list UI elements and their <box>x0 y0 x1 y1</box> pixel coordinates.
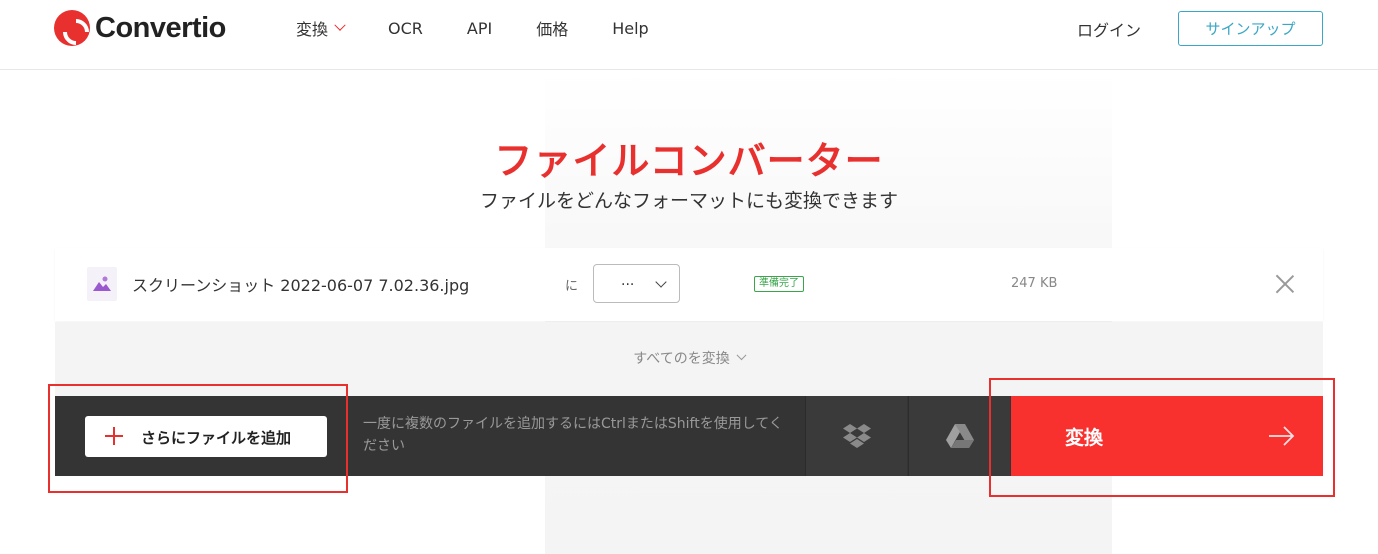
nav-item-label: API <box>466 18 493 38</box>
convert-all-label: すべてのを変換 <box>633 351 730 367</box>
image-file-icon <box>87 267 117 301</box>
to-label: に <box>565 279 579 294</box>
chevron-down-icon <box>736 350 747 361</box>
page-subtitle: ファイルをどんなフォーマットにも変換できます <box>479 190 898 212</box>
signup-button[interactable]: サインアップ <box>1178 11 1323 46</box>
convert-all-dropdown[interactable]: すべてのを変換 <box>55 348 1323 368</box>
nav-item-label: OCR <box>388 18 423 38</box>
chevron-down-icon <box>655 276 667 288</box>
highlight-box-convert <box>989 378 1335 497</box>
main-nav: 変換 OCR API 価格 Help <box>296 17 693 40</box>
logo[interactable]: Convertio <box>54 10 226 46</box>
highlight-box-add-more <box>48 384 348 493</box>
dropbox-button[interactable] <box>805 396 907 476</box>
site-header: Convertio 変換 OCR API 価格 Help ログイン サインアップ <box>0 0 1378 70</box>
nav-item-label: 変換 <box>296 20 329 39</box>
nav-item-pricing[interactable]: 価格 <box>536 17 568 39</box>
format-select-value: ... <box>621 273 635 289</box>
status-badge: 準備完了 <box>754 276 804 292</box>
remove-file-close-icon[interactable] <box>1275 274 1295 294</box>
logo-text: Convertio <box>95 11 226 44</box>
file-row: スクリーンショット 2022-06-07 7.02.36.jpg に ... 準… <box>55 248 1323 321</box>
nav-item-label: 価格 <box>536 20 569 39</box>
nav-item-label: Help <box>612 18 649 38</box>
multi-file-hint: 一度に複数のファイルを追加するにはCtrlまたはShiftを使用してください <box>363 416 783 454</box>
page-title: ファイルコンバーター <box>494 139 884 183</box>
format-select[interactable]: ... <box>593 264 680 303</box>
nav-item-api[interactable]: API <box>467 17 492 39</box>
login-link[interactable]: ログイン <box>1077 17 1141 41</box>
file-size: 247 KB <box>1011 276 1058 291</box>
nav-item-ocr[interactable]: OCR <box>388 17 423 39</box>
google-drive-icon <box>946 424 974 448</box>
convertio-logo-icon <box>54 10 90 46</box>
nav-item-help[interactable]: Help <box>612 17 648 39</box>
dropbox-icon <box>843 424 871 448</box>
nav-item-convert[interactable]: 変換 <box>296 17 346 39</box>
file-name: スクリーンショット 2022-06-07 7.02.36.jpg <box>132 276 470 295</box>
chevron-down-icon <box>334 19 346 31</box>
